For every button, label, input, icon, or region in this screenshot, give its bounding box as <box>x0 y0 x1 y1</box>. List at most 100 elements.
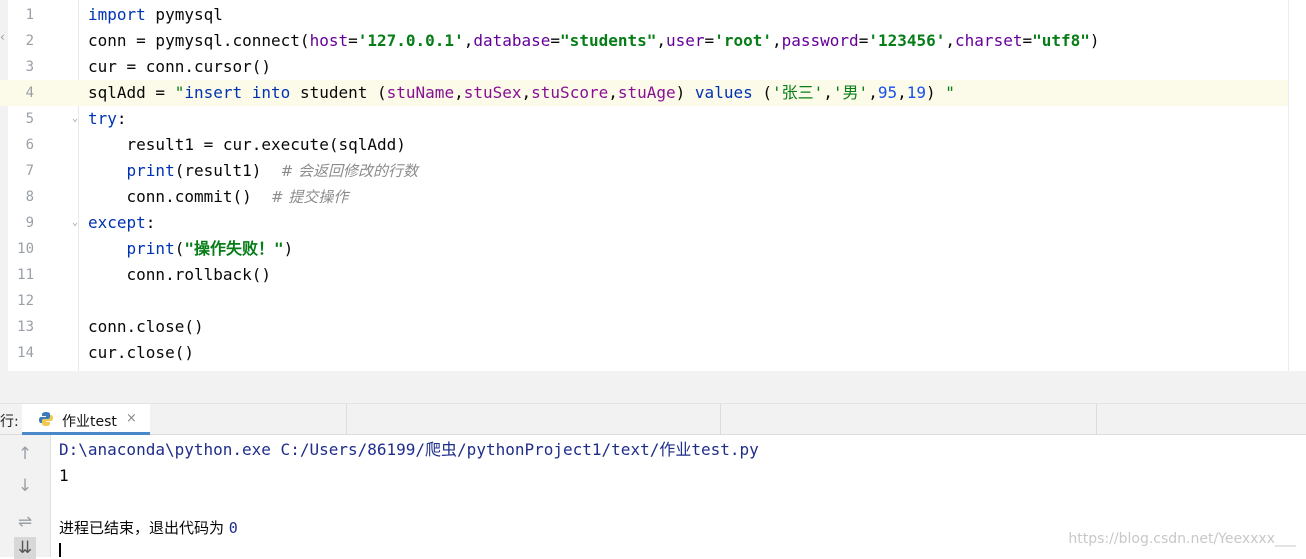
editor-scrollbar[interactable] <box>1288 0 1306 371</box>
soft-wrap-icon[interactable]: ⇌ <box>14 511 36 533</box>
code-text: ) <box>1089 31 1100 50</box>
sql-text: ) <box>926 83 946 102</box>
code-text: , <box>823 83 833 102</box>
line-number: 11 <box>17 267 34 283</box>
code-line-1[interactable]: 1 import pymysql <box>0 2 1288 28</box>
sql-text: student ( <box>290 83 387 102</box>
code-text: conn.close() <box>88 317 204 336</box>
line-number: 5 <box>25 111 34 127</box>
code-text: pymysql <box>145 5 223 24</box>
string-literal: "操作失败！" <box>184 239 284 258</box>
keyword: except <box>88 213 146 232</box>
line-number: 13 <box>17 319 34 335</box>
code-text: , <box>945 31 956 50</box>
sql-keyword: values <box>694 83 753 102</box>
line-number: 3 <box>25 59 34 75</box>
code-text: = <box>348 31 358 50</box>
code-text: = <box>704 31 715 50</box>
code-text: , <box>608 83 618 102</box>
string-quote: " <box>174 83 185 102</box>
sql-text: ) <box>675 83 695 102</box>
code-line-8[interactable]: 8 conn.commit() # 提交操作 <box>0 184 1288 210</box>
fold-marker-icon[interactable]: ⌄ <box>72 113 81 124</box>
param-name: database <box>473 31 551 50</box>
string-literal: 'root' <box>714 31 772 50</box>
line-number: 9 <box>25 215 34 231</box>
param-name: password <box>781 31 859 50</box>
close-icon[interactable]: × <box>126 411 137 426</box>
string-quote: " <box>945 83 955 102</box>
code-text: (result1) <box>174 161 281 180</box>
code-text: ) <box>283 239 294 258</box>
code-text: , <box>771 31 782 50</box>
sql-string: '张三' <box>771 83 824 102</box>
code-line-3[interactable]: 3 cur = conn.cursor() <box>0 54 1288 80</box>
code-text: = <box>550 31 561 50</box>
code-text: , <box>521 83 532 102</box>
sql-column: stuAge <box>617 83 676 102</box>
param-name: charset <box>955 31 1023 50</box>
run-label: 行: <box>0 414 19 430</box>
console-toolbar: ↑ ↓ ⇌ ⇊ <box>0 435 51 559</box>
code-line-11[interactable]: 11 conn.rollback() <box>0 262 1288 288</box>
fold-marker-icon[interactable]: ⌄ <box>72 217 81 228</box>
code-text: = <box>1022 31 1033 50</box>
run-tool-window-header: 行: 作业test × <box>0 403 1306 435</box>
code-line-13[interactable]: 13 conn.close() <box>0 314 1288 340</box>
code-text: = <box>858 31 869 50</box>
code-line-2[interactable]: 2 conn = pymysql.connect(host='127.0.0.1… <box>0 28 1288 54</box>
code-line-9[interactable]: 9 ⌄ except: <box>0 210 1288 236</box>
sql-string: '男' <box>832 83 869 102</box>
divider <box>720 404 721 435</box>
divider <box>346 404 347 435</box>
code-text: ( <box>174 239 185 258</box>
console-output: 1 <box>59 466 69 485</box>
up-arrow-icon[interactable]: ↑ <box>14 443 36 465</box>
tab-run-config[interactable]: 作业test × <box>22 404 150 435</box>
console-command-line: D:\anaconda\python.exe C:/Users/86199/爬虫… <box>59 440 759 459</box>
code-text: conn.commit() <box>88 187 272 206</box>
code-text: : <box>145 213 156 232</box>
code-text: , <box>463 31 474 50</box>
code-text: , <box>656 31 667 50</box>
code-line-4-current[interactable]: 4 sqlAdd = "insert into student (stuName… <box>0 80 1288 106</box>
builtin: print <box>126 161 175 180</box>
sql-keyword: insert into <box>184 83 291 102</box>
code-text: , <box>868 83 878 102</box>
string-literal: "utf8" <box>1032 31 1090 50</box>
string-literal: '127.0.0.1' <box>357 31 464 50</box>
code-editor[interactable]: ‹ 1 import pymysql 2 conn = pymysql.conn… <box>0 0 1306 371</box>
code-text: , <box>897 83 907 102</box>
code-text: conn.rollback() <box>88 265 272 284</box>
code-line-6[interactable]: 6 result1 = cur.execute(sqlAdd) <box>0 132 1288 158</box>
comment: # 会返回修改的行数 <box>280 162 419 180</box>
text-cursor <box>59 543 61 557</box>
python-icon <box>39 412 53 426</box>
comment: # 提交操作 <box>271 188 349 206</box>
line-number: 1 <box>25 7 34 23</box>
code-line-12[interactable]: 12 <box>0 288 1288 314</box>
code-line-5[interactable]: 5 ⌄ try: <box>0 106 1288 132</box>
console-exit-line: 进程已结束，退出代码为 0 <box>59 515 238 541</box>
line-number: 8 <box>25 189 34 205</box>
sql-number: 95 <box>877 83 898 102</box>
string-literal: '123456' <box>868 31 946 50</box>
exit-message: 进程已结束，退出代码为 <box>59 519 229 537</box>
code-text: : <box>116 109 127 128</box>
scroll-to-end-icon[interactable]: ⇊ <box>14 537 36 559</box>
code-text: cur = conn.cursor() <box>88 57 272 76</box>
run-console[interactable]: ↑ ↓ ⇌ ⇊ D:\anaconda\python.exe C:/Users/… <box>0 435 1306 559</box>
sql-number: 19 <box>906 83 926 102</box>
line-number: 14 <box>17 345 34 361</box>
builtin: print <box>126 239 175 258</box>
down-arrow-icon[interactable]: ↓ <box>14 475 36 497</box>
line-number: 2 <box>25 33 34 49</box>
code-line-7[interactable]: 7 print(result1) # 会返回修改的行数 <box>0 158 1288 184</box>
sql-column: stuSex <box>463 83 522 102</box>
string-literal: "students" <box>560 31 657 50</box>
code-line-14[interactable]: 14 cur.close() <box>0 340 1288 366</box>
divider <box>1096 404 1097 435</box>
code-line-10[interactable]: 10 print("操作失败！") <box>0 236 1288 262</box>
code-text: result1 = cur.execute(sqlAdd) <box>88 135 406 154</box>
